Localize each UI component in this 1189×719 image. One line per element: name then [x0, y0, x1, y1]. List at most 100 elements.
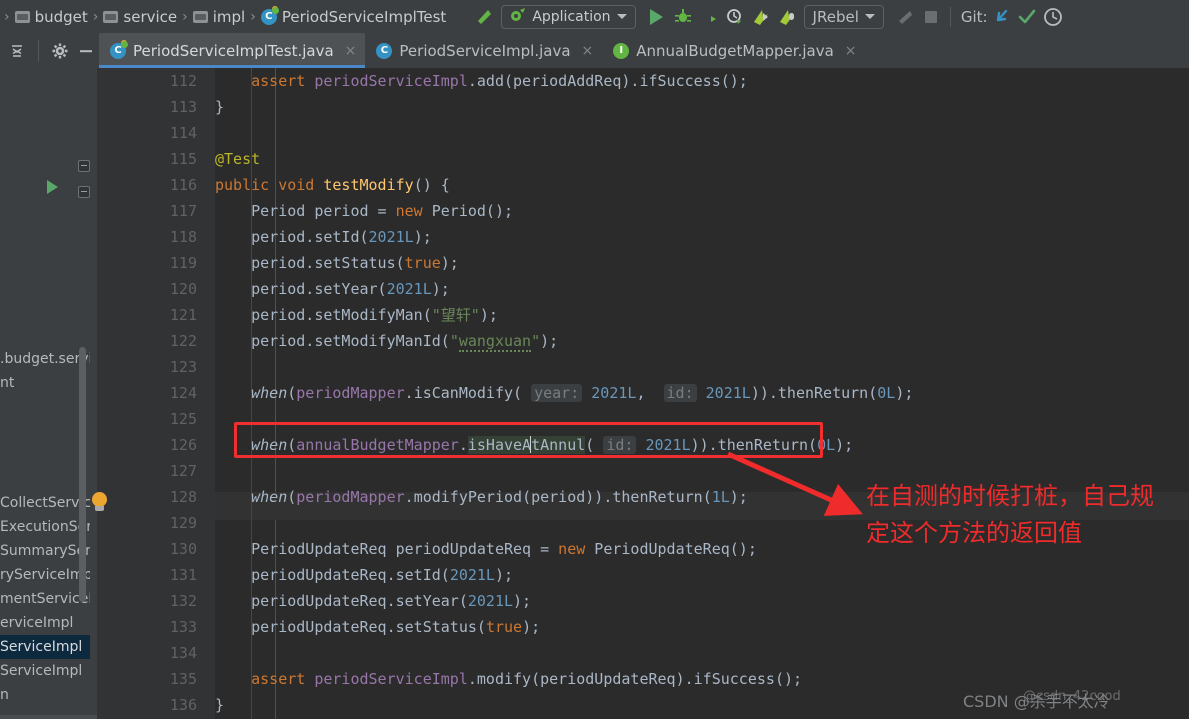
- close-icon[interactable]: ×: [845, 43, 857, 59]
- line-number-label: 136: [169, 696, 197, 714]
- hide-panel-icon[interactable]: [73, 38, 99, 64]
- line-number-label: 119: [169, 254, 197, 272]
- code-editor[interactable]: 112 113 114 115 116 117 118 119 120 121 122 123 124 1…: [0, 68, 1189, 719]
- breadcrumb-separator: ›: [182, 8, 188, 25]
- attach-debugger-icon: [892, 4, 918, 30]
- line-number: 127: [97, 458, 215, 484]
- code-line-116: public void testModify() {: [215, 176, 450, 194]
- popup-item[interactable]: n: [0, 683, 90, 707]
- history-icon[interactable]: [1040, 4, 1066, 30]
- close-icon[interactable]: ×: [345, 43, 357, 59]
- test-class-icon: C: [260, 5, 279, 25]
- settings-gear-icon[interactable]: [47, 38, 73, 64]
- line-number: 128: [97, 484, 215, 510]
- breadcrumb-label: service: [123, 7, 178, 26]
- folder-icon: [192, 10, 208, 23]
- jrebel-run-button[interactable]: [748, 4, 774, 30]
- popup-item[interactable]: ryServiceImp: [0, 563, 90, 587]
- popup-item[interactable]: [0, 395, 90, 419]
- close-icon[interactable]: ×: [582, 43, 594, 59]
- run-configuration-selector[interactable]: Application: [501, 4, 636, 29]
- popup-item[interactable]: SummarySer: [0, 539, 90, 563]
- line-number: 118: [97, 224, 215, 250]
- test-class-icon: C: [110, 39, 128, 59]
- jrebel-debug-button[interactable]: [774, 4, 800, 30]
- line-number: 113: [97, 94, 215, 120]
- folder-icon: [14, 10, 30, 23]
- line-number-label: 126: [169, 436, 197, 454]
- debug-button[interactable]: [670, 4, 696, 30]
- breadcrumb-item-service[interactable]: service: [102, 8, 178, 26]
- csdn-watermark: CSDN @杀手不太冷 @csdn_42cood: [963, 688, 1121, 712]
- popup-item[interactable]: erviceImpl: [0, 611, 90, 635]
- run-button[interactable]: [644, 4, 670, 30]
- code-line-130: PeriodUpdateReq periodUpdateReq = new Pe…: [215, 540, 757, 558]
- intention-bulb-icon[interactable]: [90, 492, 108, 514]
- breadcrumb-item-class[interactable]: C PeriodServiceImplTest: [260, 5, 447, 26]
- popup-item[interactable]: mentServiceI: [0, 587, 90, 611]
- line-number: 133: [97, 614, 215, 640]
- build-hammer-icon[interactable]: [471, 4, 497, 30]
- class-icon: C: [376, 42, 393, 59]
- code-line-128: when(periodMapper.modifyPeriod(period)).…: [251, 488, 748, 506]
- line-number: 117: [97, 198, 215, 224]
- breadcrumb-item-impl[interactable]: impl: [192, 8, 246, 26]
- line-number-label: 125: [169, 410, 197, 428]
- collapse-all-icon[interactable]: [4, 38, 30, 64]
- popup-item[interactable]: ExecutionSer: [0, 515, 90, 539]
- run-coverage-button[interactable]: [696, 4, 722, 30]
- popup-item[interactable]: [0, 467, 90, 491]
- left-popup-panel[interactable]: .budget.servi nt CollectServic ExecutionSe…: [0, 341, 90, 719]
- popup-item[interactable]: ServiceImpl: [0, 659, 90, 683]
- line-number-label: 130: [169, 540, 197, 558]
- fold-marker-icon[interactable]: [78, 160, 90, 172]
- line-number: 115: [97, 146, 215, 172]
- line-number: 120: [97, 276, 215, 302]
- popup-scrollbar[interactable]: [79, 347, 86, 602]
- line-number-label: 133: [169, 618, 197, 636]
- line-number-label: 128: [169, 488, 197, 506]
- line-number: 124: [97, 380, 215, 406]
- line-number-label: 120: [169, 280, 197, 298]
- editor-tab-annualbudgetmapper[interactable]: I AnnualBudgetMapper.java ×: [602, 33, 865, 68]
- editor-tab-periodserviceimpltest[interactable]: C PeriodServiceImplTest.java ×: [99, 33, 366, 68]
- fold-marker-icon[interactable]: [78, 186, 90, 198]
- popup-item[interactable]: .budget.servi: [0, 347, 90, 371]
- update-project-icon[interactable]: [988, 4, 1014, 30]
- interface-icon: I: [613, 42, 630, 59]
- horizontal-scrollbar[interactable]: [0, 715, 97, 719]
- profiler-button[interactable]: [722, 4, 748, 30]
- popup-item[interactable]: [0, 443, 90, 467]
- popup-item[interactable]: nt: [0, 371, 90, 395]
- popup-item[interactable]: [0, 419, 90, 443]
- popup-item-selected[interactable]: ServiceImpl: [0, 635, 90, 659]
- line-number-label: 132: [169, 592, 197, 610]
- line-number-label: 123: [169, 358, 197, 376]
- popup-item[interactable]: CollectServic: [0, 491, 90, 515]
- commit-icon[interactable]: [1014, 4, 1040, 30]
- editor-tab-periodserviceimpl[interactable]: C PeriodServiceImpl.java ×: [365, 33, 602, 68]
- line-number-label: 118: [169, 228, 197, 246]
- annotation-highlight-box: [234, 422, 823, 458]
- run-test-gutter-icon[interactable]: [47, 180, 58, 194]
- jrebel-selector[interactable]: JRebel: [803, 4, 884, 29]
- code-line-120: period.setYear(2021L);: [215, 280, 450, 298]
- breadcrumb-item-budget[interactable]: budget: [14, 8, 89, 26]
- code-text-area[interactable]: assert periodServiceImpl.add(periodAddRe…: [215, 68, 1189, 719]
- breadcrumb-label: budget: [34, 7, 88, 26]
- line-number: 122: [97, 328, 215, 354]
- breadcrumb-label: PeriodServiceImplTest: [281, 7, 447, 26]
- breadcrumb-root-sep: ›: [4, 8, 10, 25]
- line-number-label: 127: [169, 462, 197, 480]
- code-line-117: Period period = new Period();: [215, 202, 514, 220]
- line-number: 125: [97, 406, 215, 432]
- git-label: Git:: [960, 7, 988, 26]
- breadcrumb-separator: ›: [250, 8, 256, 25]
- line-number: 131: [97, 562, 215, 588]
- code-line-118: period.setId(2021L);: [215, 228, 432, 246]
- run-config-label: Application: [532, 8, 611, 25]
- code-line-112: assert periodServiceImpl.add(periodAddRe…: [251, 72, 748, 90]
- code-line-121: period.setModifyMan("望轩");: [215, 306, 498, 324]
- jrebel-label: JRebel: [812, 7, 859, 26]
- chevron-down-icon: [864, 14, 875, 19]
